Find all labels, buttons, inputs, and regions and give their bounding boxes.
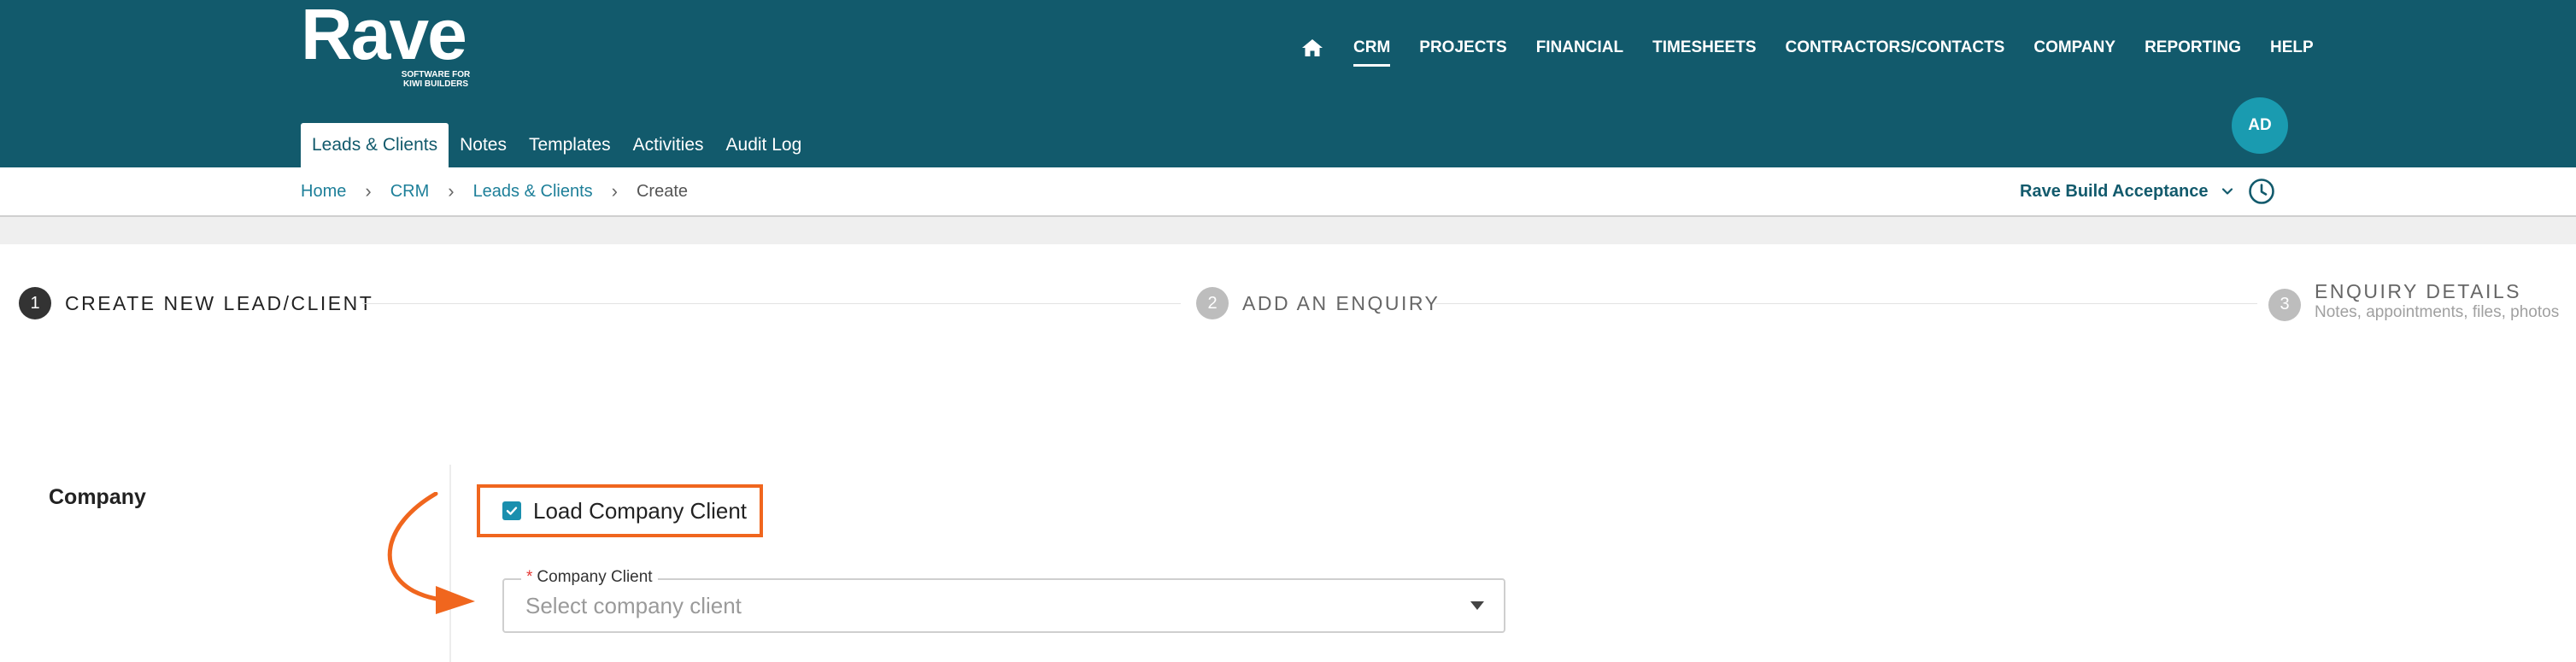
step-2-title: ADD AN ENQUIRY [1242,291,1441,314]
tab-templates[interactable]: Templates [518,123,622,167]
logo-tagline: SOFTWARE FOR KIWI BUILDERS [389,70,483,89]
breadcrumb-separator: › [611,180,618,202]
wizard-stepper: 1 CREATE NEW LEAD/CLIENT 2 ADD AN ENQUIR… [0,244,2576,372]
page-divider-strip [0,217,2576,244]
chevron-down-icon [2222,188,2233,195]
step-2-number: 2 [1196,287,1229,319]
load-company-client-highlight[interactable]: Load Company Client [477,484,763,537]
tab-activities[interactable]: Activities [622,123,715,167]
workspace-name: Rave Build Acceptance [2020,181,2209,201]
company-client-select[interactable]: * Company Client Select company client [502,568,1505,633]
home-icon[interactable] [1300,36,1324,60]
app-header: Rave SOFTWARE FOR KIWI BUILDERS CRM PROJ… [0,0,2576,167]
step-3-description: Notes, appointments, files, photos [2315,303,2560,321]
logo-tagline-line-2: KIWI BUILDERS [402,79,469,89]
tab-audit-log[interactable]: Audit Log [715,123,813,167]
section-label-company: Company [49,485,146,509]
breadcrumb-leads-clients[interactable]: Leads & Clients [473,182,593,202]
company-client-placeholder: Select company client [525,593,742,618]
nav-help[interactable]: HELP [2270,36,2314,60]
step-3-text: ENQUIRY DETAILS Notes, appointments, fil… [2301,280,2559,322]
tab-leads-clients[interactable]: Leads & Clients [301,123,449,167]
logo-tagline-line-1: SOFTWARE FOR [401,70,471,79]
breadcrumb-separator: › [365,180,372,202]
step-1-title: CREATE NEW LEAD/CLIENT [65,291,374,314]
step-3[interactable]: 3 ENQUIRY DETAILS Notes, appointments, f… [2268,280,2559,322]
step-1[interactable]: 1 CREATE NEW LEAD/CLIENT [19,287,373,319]
breadcrumb: Home › CRM › Leads & Clients › Create [301,167,688,215]
step-1-number: 1 [19,287,51,319]
load-company-client-label[interactable]: Load Company Client [533,498,747,524]
user-avatar[interactable]: AD [2232,97,2288,154]
nav-reporting[interactable]: REPORTING [2145,36,2241,60]
workspace-selector[interactable]: Rave Build Acceptance [2020,167,2235,215]
clock-icon[interactable] [2247,177,2276,206]
breadcrumb-create: Create [636,181,688,201]
nav-company[interactable]: COMPANY [2033,36,2115,60]
step-connector [1435,303,2257,304]
breadcrumb-crm[interactable]: CRM [390,182,430,202]
breadcrumb-bar: Home › CRM › Leads & Clients › Create Ra… [0,167,2576,217]
nav-contractors-contacts[interactable]: CONTRACTORS/CONTACTS [1786,36,2005,60]
caret-down-icon[interactable] [1470,600,1485,611]
step-2[interactable]: 2 ADD AN ENQUIRY [1196,287,1440,319]
annotation-arrow-icon [387,492,475,614]
breadcrumb-separator: › [448,180,455,202]
step-connector [362,303,1181,304]
tab-notes[interactable]: Notes [449,123,518,167]
nav-financial[interactable]: FINANCIAL [1536,36,1623,60]
rave-logo[interactable]: Rave SOFTWARE FOR KIWI BUILDERS [301,0,472,94]
load-company-client-checkbox[interactable] [502,501,521,520]
top-navigation: CRM PROJECTS FINANCIAL TIMESHEETS CONTRA… [1300,31,2343,67]
breadcrumb-home[interactable]: Home [301,182,346,202]
nav-timesheets[interactable]: TIMESHEETS [1652,36,1756,60]
nav-crm[interactable]: CRM [1353,36,1391,67]
step-3-number: 3 [2268,288,2301,321]
logo-wordmark: Rave [301,0,467,74]
nav-projects[interactable]: PROJECTS [1419,36,1506,60]
step-3-title: ENQUIRY DETAILS [2315,280,2522,302]
crm-subnav: Leads & Clients Notes Templates Activiti… [301,123,813,167]
checkmark-icon [506,507,518,515]
